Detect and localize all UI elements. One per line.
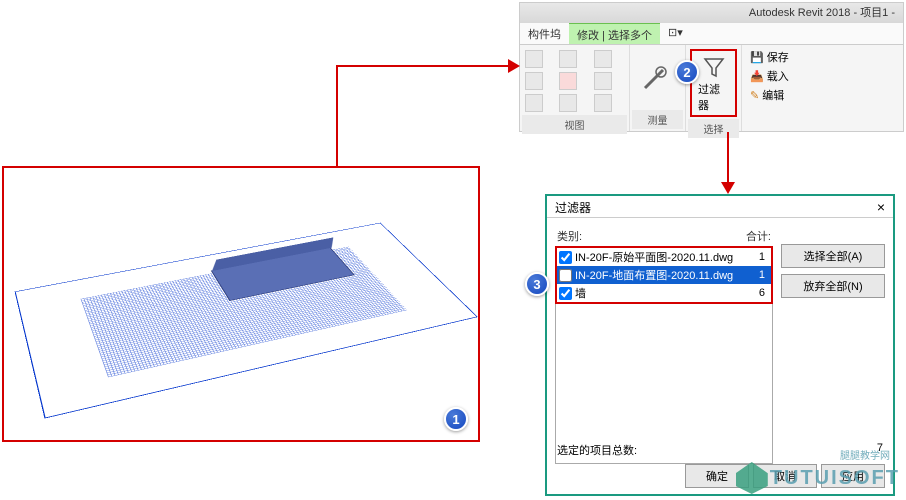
model-viewport[interactable] (2, 166, 480, 442)
tab-modify-select[interactable]: 修改 | 选择多个 (569, 23, 660, 44)
tool-btn[interactable] (559, 50, 577, 68)
watermark: TUTUISOFT (736, 462, 900, 494)
tool-btn[interactable] (525, 94, 543, 112)
selected-total-label: 选定的项目总数: (557, 442, 877, 458)
step-badge-1: 1 (444, 407, 468, 431)
list-item[interactable]: IN-20F-原始平面图-2020.11.dwg 1 (557, 248, 771, 266)
tab-components[interactable]: 构件坞 (520, 23, 569, 44)
dialog-title-text: 过滤器 (555, 199, 591, 214)
tab-extra[interactable]: ⊡▾ (660, 23, 691, 44)
arrow-1-head (508, 59, 520, 73)
category-name: IN-20F-原始平面图-2020.11.dwg (575, 249, 753, 265)
load-icon: 📥 (750, 71, 764, 83)
funnel-icon (700, 53, 728, 81)
tool-btn[interactable] (559, 94, 577, 112)
arrow-2-vert (727, 132, 729, 182)
close-icon[interactable]: × (877, 199, 885, 214)
arrow-1-vert (336, 65, 338, 166)
floor-plan-wireframe (15, 223, 478, 419)
filter-button[interactable]: 过滤器 (690, 49, 737, 117)
list-header: 类别: 合计: (555, 226, 773, 246)
group-label-measure: 测量 (632, 110, 683, 129)
edit-icon: ✎ (750, 90, 759, 102)
list-item[interactable]: 墙 6 (557, 284, 771, 302)
app-title-bar: Autodesk Revit 2018 - 项目1 - (520, 3, 903, 23)
category-list[interactable]: IN-20F-原始平面图-2020.11.dwg 1 IN-20F-地面布置图-… (555, 246, 773, 304)
tool-btn[interactable] (594, 72, 612, 90)
arrow-2-head (721, 182, 735, 194)
filter-label: 过滤器 (698, 81, 729, 113)
step-badge-3: 3 (525, 272, 549, 296)
category-count: 6 (753, 287, 769, 299)
tool-btn[interactable] (594, 50, 612, 68)
category-count: 1 (753, 269, 769, 281)
tool-btn[interactable] (594, 94, 612, 112)
step-badge-2: 2 (675, 60, 699, 84)
category-name: 墙 (575, 285, 753, 301)
watermark-text: TUTUISOFT (770, 467, 900, 490)
model-scene (4, 168, 478, 440)
load-button[interactable]: 📥 载入 (750, 68, 789, 84)
view-tools-grid (522, 47, 627, 115)
save-button[interactable]: 💾 保存 (750, 49, 789, 65)
category-checkbox[interactable] (559, 269, 572, 282)
selected-total-row: 选定的项目总数: 7 (555, 440, 885, 460)
ribbon-body: 视图 测量 过滤器 选择 (520, 45, 903, 131)
dialog-title-bar: 过滤器 × (547, 196, 893, 218)
ribbon-tab-strip: 构件坞 修改 | 选择多个 ⊡▾ (520, 23, 903, 45)
app-title-text: Autodesk Revit 2018 - 项目1 - (749, 3, 895, 23)
select-all-button[interactable]: 选择全部(A) (781, 244, 885, 268)
watermark-subtitle: 腿腿教学网 (840, 447, 890, 462)
tool-btn[interactable] (525, 72, 543, 90)
discard-all-button[interactable]: 放弃全部(N) (781, 274, 885, 298)
category-count: 1 (753, 251, 769, 263)
tool-btn[interactable] (525, 50, 543, 68)
arrow-1-horiz (336, 65, 508, 67)
category-checkbox[interactable] (559, 287, 572, 300)
ruler-icon (640, 65, 668, 93)
col-category: 类别: (557, 228, 746, 244)
group-label-view: 视图 (522, 115, 627, 134)
edit-button[interactable]: ✎ 编辑 (750, 87, 784, 103)
group-label-select: 选择 (688, 119, 739, 138)
measure-button[interactable] (634, 63, 674, 95)
save-icon: 💾 (750, 52, 764, 64)
watermark-logo-icon (736, 462, 768, 494)
tool-btn[interactable] (559, 72, 577, 90)
ribbon-panel: Autodesk Revit 2018 - 项目1 - 构件坞 修改 | 选择多… (519, 2, 904, 132)
list-item[interactable]: IN-20F-地面布置图-2020.11.dwg 1 (557, 266, 771, 284)
category-checkbox[interactable] (559, 251, 572, 264)
category-name: IN-20F-地面布置图-2020.11.dwg (575, 267, 753, 283)
col-total: 合计: (746, 228, 771, 244)
